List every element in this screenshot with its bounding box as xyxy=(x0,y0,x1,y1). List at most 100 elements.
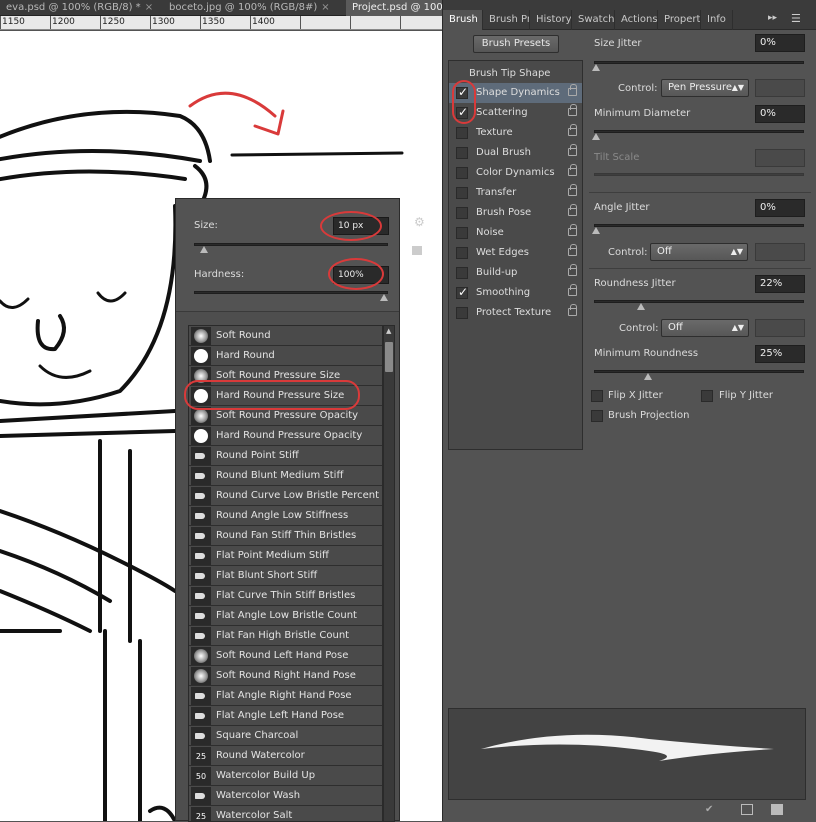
preset-item[interactable]: Soft Round Right Hand Pose xyxy=(189,666,382,686)
preset-item[interactable]: Hard Round Pressure Opacity xyxy=(189,426,382,446)
brush-option-item[interactable]: Transfer xyxy=(449,183,582,203)
brush-option-item[interactable]: ✓ Smoothing xyxy=(449,283,582,303)
minimum-diameter-input[interactable]: 0% xyxy=(755,105,805,123)
size-jitter-slider[interactable] xyxy=(594,61,804,64)
roundness-jitter-slider[interactable] xyxy=(594,300,804,303)
lock-icon[interactable] xyxy=(568,184,577,196)
angle-jitter-input[interactable]: 0% xyxy=(755,199,805,217)
preset-item[interactable]: Round Angle Low Stiffness xyxy=(189,506,382,526)
brush-option-item[interactable]: Color Dynamics xyxy=(449,163,582,183)
brush-option-item[interactable]: Texture xyxy=(449,123,582,143)
control-dropdown-roundness[interactable]: Off ▲▼ xyxy=(661,319,749,337)
close-icon[interactable]: × xyxy=(145,2,153,13)
lock-icon[interactable] xyxy=(568,284,577,296)
hardness-slider-thumb[interactable] xyxy=(380,294,388,301)
lock-icon[interactable] xyxy=(568,144,577,156)
doc-tab-eva[interactable]: eva.psd @ 100% (RGB/8) * × xyxy=(0,0,160,16)
scrollbar-thumb[interactable] xyxy=(385,342,393,372)
brush-option-item[interactable]: Wet Edges xyxy=(449,243,582,263)
preset-item[interactable]: 50 Watercolor Build Up xyxy=(189,766,382,786)
minimum-diameter-thumb[interactable] xyxy=(592,133,600,140)
tab-actions[interactable]: Actions xyxy=(615,10,658,30)
new-preset-icon[interactable] xyxy=(412,246,422,255)
preset-item[interactable]: Flat Fan High Bristle Count xyxy=(189,626,382,646)
option-checkbox[interactable]: ✓ xyxy=(456,285,468,299)
brush-presets-button[interactable]: Brush Presets xyxy=(473,35,559,53)
flip-y-checkbox[interactable] xyxy=(701,390,713,402)
minimum-diameter-slider[interactable] xyxy=(594,130,804,133)
panel-menu-icon[interactable]: ☰ xyxy=(791,12,801,25)
lock-icon[interactable] xyxy=(568,84,577,96)
option-checkbox[interactable] xyxy=(456,307,468,319)
brush-projection-checkbox[interactable] xyxy=(591,410,603,422)
size-slider[interactable] xyxy=(194,243,388,246)
size-jitter-input[interactable]: 0% xyxy=(755,34,805,52)
lock-icon[interactable] xyxy=(568,244,577,256)
roundness-jitter-thumb[interactable] xyxy=(637,303,646,310)
tab-history[interactable]: History xyxy=(530,10,572,30)
brush-tip-shape-item[interactable]: Brush Tip Shape xyxy=(469,68,550,79)
preset-item[interactable]: Round Curve Low Bristle Percent xyxy=(189,486,382,506)
tab-properties[interactable]: Properti xyxy=(658,10,701,30)
option-checkbox[interactable] xyxy=(456,247,468,259)
lock-icon[interactable] xyxy=(568,104,577,116)
flip-x-checkbox[interactable] xyxy=(591,390,603,402)
brush-option-item[interactable]: Protect Texture xyxy=(449,303,582,323)
option-checkbox[interactable] xyxy=(456,167,468,179)
angle-jitter-thumb[interactable] xyxy=(592,227,600,234)
control-dropdown-angle[interactable]: Off ▲▼ xyxy=(650,243,748,261)
gear-icon[interactable]: ⚙ xyxy=(414,215,425,229)
collapse-icon[interactable]: ▸▸ xyxy=(768,13,777,23)
tab-swatches[interactable]: Swatche xyxy=(572,10,615,30)
preset-item[interactable]: Watercolor Wash xyxy=(189,786,382,806)
tab-brush-presets[interactable]: Brush Pr xyxy=(483,10,530,30)
minimum-roundness-thumb[interactable] xyxy=(643,373,652,380)
preset-item[interactable]: Flat Angle Left Hand Pose xyxy=(189,706,382,726)
brush-option-item[interactable]: Dual Brush xyxy=(449,143,582,163)
control-dropdown-size[interactable]: Pen Pressure ▲▼ xyxy=(661,79,749,97)
option-checkbox[interactable] xyxy=(456,187,468,199)
lock-icon[interactable] xyxy=(568,164,577,176)
option-checkbox[interactable] xyxy=(456,147,468,159)
new-brush-icon[interactable] xyxy=(771,804,783,815)
preset-item[interactable]: Hard Round xyxy=(189,346,382,366)
preset-item[interactable]: Flat Point Medium Stiff xyxy=(189,546,382,566)
angle-jitter-slider[interactable] xyxy=(594,224,804,227)
preset-item[interactable]: Flat Angle Right Hand Pose xyxy=(189,686,382,706)
option-checkbox[interactable] xyxy=(456,227,468,239)
brush-option-item[interactable]: Brush Pose xyxy=(449,203,582,223)
scroll-up-icon[interactable]: ▲ xyxy=(386,327,391,335)
lock-icon[interactable] xyxy=(568,124,577,136)
tab-brush[interactable]: Brush xyxy=(443,10,483,30)
lock-icon[interactable] xyxy=(568,224,577,236)
preset-item[interactable]: Flat Blunt Short Stiff xyxy=(189,566,382,586)
size-slider-thumb[interactable] xyxy=(199,246,208,253)
doc-tab-boceto[interactable]: boceto.jpg @ 100% (RGB/8#) × xyxy=(163,0,343,16)
close-icon[interactable]: × xyxy=(321,2,329,13)
toggle-preview-icon[interactable]: ✔ xyxy=(705,804,717,815)
option-checkbox[interactable] xyxy=(456,127,468,139)
brush-option-item[interactable]: Noise xyxy=(449,223,582,243)
minimum-roundness-slider[interactable] xyxy=(594,370,804,373)
size-jitter-thumb[interactable] xyxy=(592,64,600,71)
minimum-roundness-input[interactable]: 25% xyxy=(755,345,805,363)
tab-info[interactable]: Info xyxy=(701,10,733,30)
preset-item[interactable]: Round Blunt Medium Stiff xyxy=(189,466,382,486)
option-checkbox[interactable] xyxy=(456,207,468,219)
lock-icon[interactable] xyxy=(568,264,577,276)
preset-item[interactable]: Flat Curve Thin Stiff Bristles xyxy=(189,586,382,606)
preset-item[interactable]: Soft Round xyxy=(189,326,382,346)
preset-item[interactable]: Square Charcoal xyxy=(189,726,382,746)
doc-tab-project[interactable]: Project.psd @ 100% (tinta, RGB/8) *× xyxy=(346,0,442,16)
preset-list-scrollbar[interactable]: ▲ xyxy=(383,325,395,822)
preset-item[interactable]: 25 Round Watercolor xyxy=(189,746,382,766)
preset-item[interactable]: 25 Watercolor Salt xyxy=(189,806,382,821)
lock-icon[interactable] xyxy=(568,304,577,316)
option-checkbox[interactable] xyxy=(456,267,468,279)
preset-item[interactable]: Soft Round Left Hand Pose xyxy=(189,646,382,666)
preset-item[interactable]: Round Point Stiff xyxy=(189,446,382,466)
brush-option-item[interactable]: Build-up xyxy=(449,263,582,283)
roundness-jitter-input[interactable]: 22% xyxy=(755,275,805,293)
preset-item[interactable]: Round Fan Stiff Thin Bristles xyxy=(189,526,382,546)
brush-grid-icon[interactable] xyxy=(741,804,753,815)
